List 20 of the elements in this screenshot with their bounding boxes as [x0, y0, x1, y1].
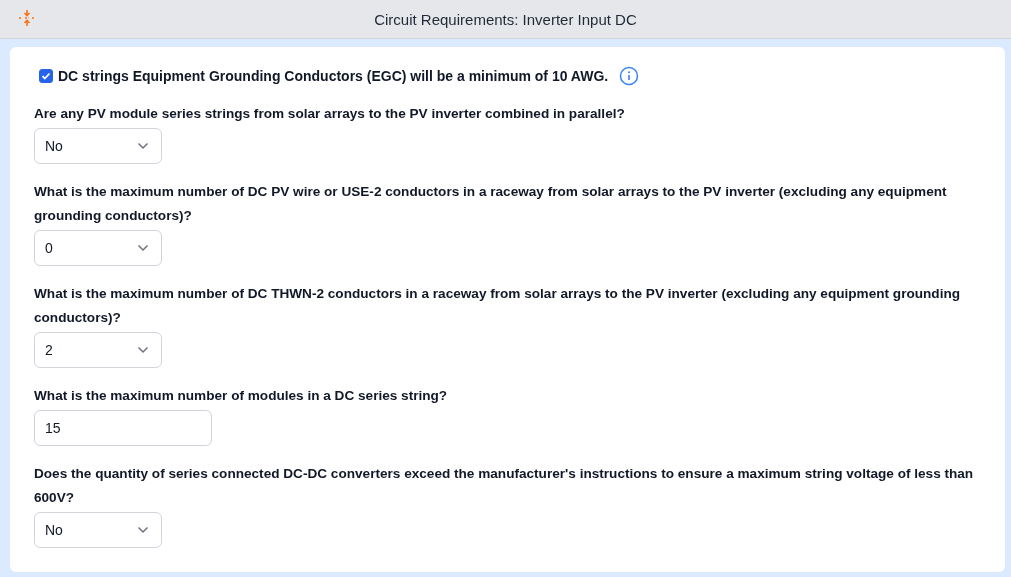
- select-field[interactable]: 0: [34, 230, 162, 266]
- select-field[interactable]: 2: [34, 332, 162, 368]
- caret-icon: [137, 526, 149, 534]
- question-label: What is the maximum number of DC THWN-2 conductors in a raceway from solar arrays to the PV inverter (excluding any equipment grounding conductors)?: [34, 285, 962, 327]
- caret-icon: [137, 244, 149, 252]
- check-icon: [41, 71, 51, 81]
- checkbox-label: DC strings Equipment Grounding Conductors (EGC) will be a minimum of 10 AWG.: [58, 68, 609, 84]
- select-field[interactable]: No: [34, 512, 162, 548]
- question-label: Are any PV module series strings from solar arrays to the PV inverter combined in parallel?: [34, 105, 626, 123]
- info-icon[interactable]: [619, 66, 640, 86]
- caret-icon: [137, 346, 149, 354]
- collapse-icon[interactable]: [18, 9, 36, 27]
- checkbox[interactable]: [39, 69, 53, 83]
- select-field[interactable]: No: [34, 128, 162, 164]
- question-label: Does the quantity of series connected DC-DC converters exceed the manufacturer's instructions to ensure a maximum string voltage of less than 600V?: [34, 465, 975, 507]
- question-label: What is the maximum number of modules in a DC series string?: [34, 387, 449, 405]
- question-label: What is the maximum number of DC PV wire or USE-2 conductors in a raceway from solar arrays to the PV inverter (excluding any equipment grounding conductors)?: [34, 183, 948, 225]
- caret-icon: [137, 142, 149, 150]
- input-field[interactable]: 15: [34, 410, 212, 446]
- window-title: Circuit Requirements: Inverter Input DC: [374, 10, 637, 28]
